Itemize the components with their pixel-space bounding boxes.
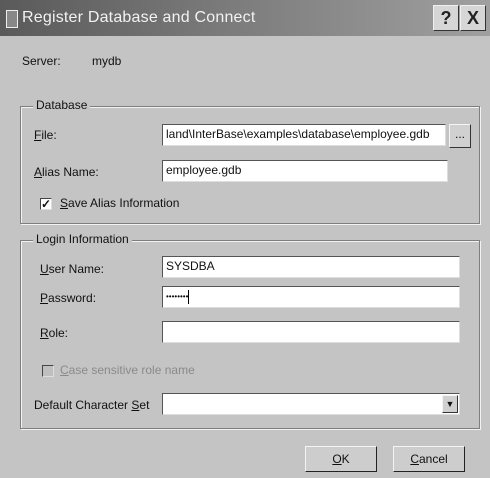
role-label: Role: — [40, 326, 69, 340]
user-name-field[interactable]: SYSDBA — [162, 256, 460, 278]
charset-select[interactable]: ▼ — [162, 393, 460, 415]
password-mask: •••••••• — [166, 292, 189, 301]
app-icon — [6, 10, 18, 28]
cancel-button[interactable]: Cancel — [393, 446, 465, 472]
file-field[interactable]: land\InterBase\examples\database\employe… — [162, 124, 446, 146]
role-field[interactable] — [162, 321, 460, 343]
alias-name-field[interactable]: employee.gdb — [162, 160, 448, 182]
case-sensitive-checkbox[interactable] — [42, 365, 54, 377]
save-alias-label[interactable]: Save Alias Information — [60, 196, 179, 210]
server-label: Server: — [22, 54, 61, 68]
login-group-title: Login Information — [33, 232, 132, 246]
save-alias-checkbox[interactable]: ✓ — [40, 198, 52, 210]
close-button[interactable]: X — [460, 5, 486, 31]
ok-button[interactable]: OK — [305, 446, 377, 472]
help-button[interactable]: ? — [433, 5, 459, 31]
server-value: mydb — [92, 54, 122, 68]
title-bar[interactable]: Register Database and Connect ? X — [0, 0, 490, 36]
window-title: Register Database and Connect — [22, 9, 256, 26]
charset-label: Default Character Set — [34, 398, 150, 412]
browse-button[interactable]: ... — [449, 124, 471, 148]
dropdown-arrow-icon[interactable]: ▼ — [442, 395, 458, 413]
password-field[interactable]: •••••••• — [162, 286, 460, 308]
alias-name-label: Alias Name: — [34, 165, 99, 179]
password-label: Password: — [40, 291, 97, 305]
database-group-title: Database — [33, 98, 91, 112]
user-name-label: User Name: — [40, 262, 105, 276]
case-sensitive-label[interactable]: Case sensitive role name — [60, 363, 195, 377]
text-caret — [188, 289, 190, 304]
file-label: File: — [34, 128, 57, 142]
